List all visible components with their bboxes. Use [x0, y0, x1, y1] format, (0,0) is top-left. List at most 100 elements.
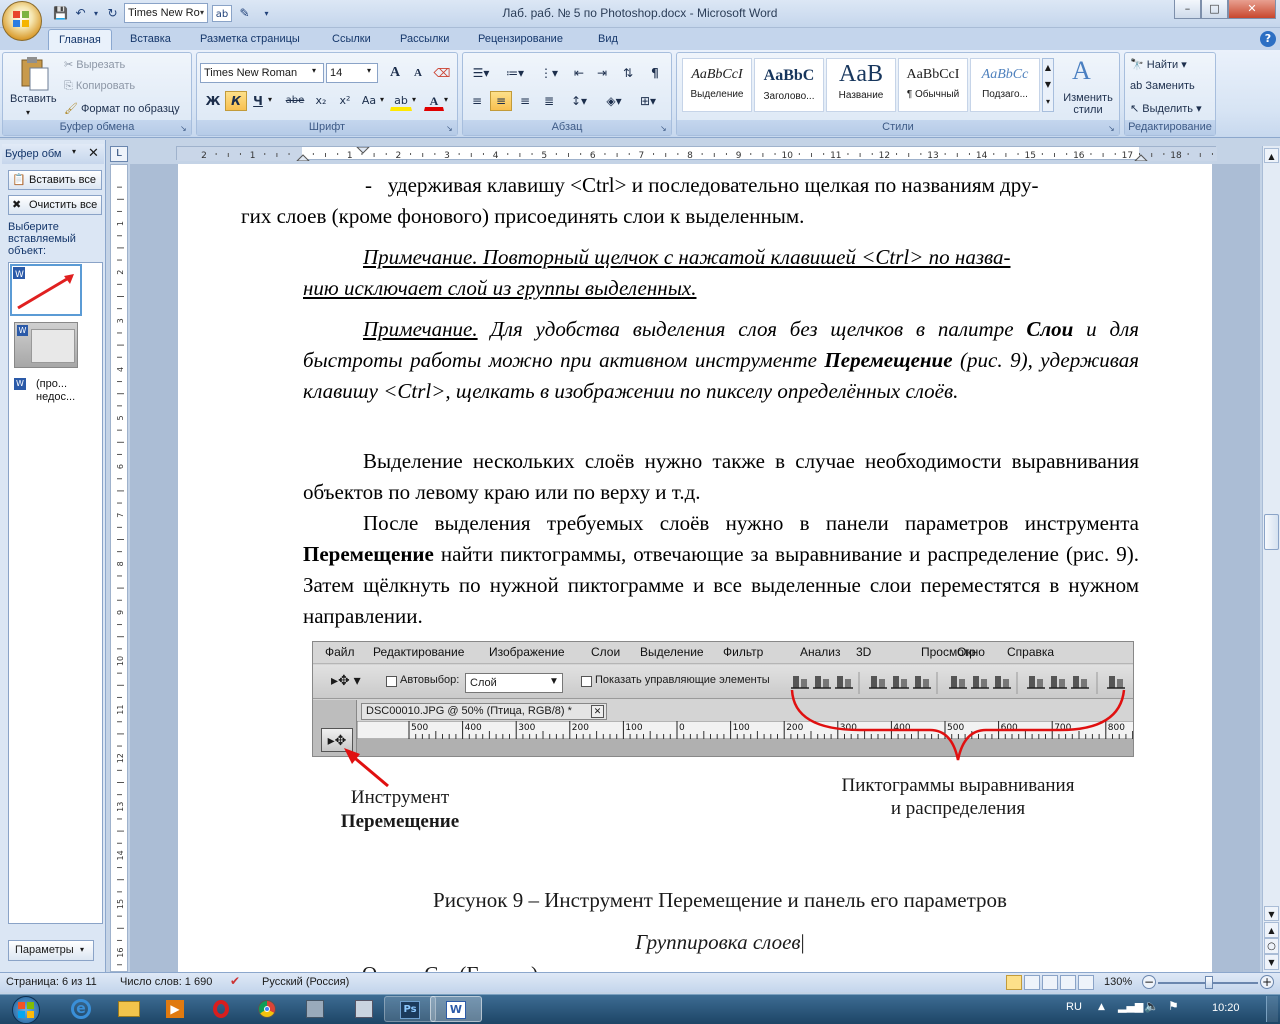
numbering-icon[interactable]: ≔▾: [500, 63, 530, 83]
bullets-icon[interactable]: ☰▾: [466, 63, 496, 83]
clipboard-item-arrow[interactable]: W: [10, 264, 82, 316]
maximize-button[interactable]: □: [1201, 0, 1228, 19]
ie-icon[interactable]: e: [56, 996, 106, 1022]
align-left-icon[interactable]: ≡: [466, 91, 488, 111]
decrease-indent-icon[interactable]: ⇤: [568, 63, 590, 83]
vertical-ruler[interactable]: 1 2 3 4 5 6 7 8 9 10 11 12 13 14 15 16: [110, 164, 128, 990]
style-subtitle[interactable]: AaBbCc Подзаго...: [970, 58, 1040, 112]
dialog-launcher-icon[interactable]: ↘: [1108, 124, 1115, 133]
brush-icon[interactable]: ✎: [236, 5, 253, 22]
draft-icon[interactable]: [1078, 975, 1094, 990]
align-right-icon[interactable]: ≡: [514, 91, 536, 111]
proofing-icon[interactable]: ✔: [230, 974, 240, 988]
web-layout-icon[interactable]: [1042, 975, 1058, 990]
document-page[interactable]: - удерживая клавишу <Ctrl> и последовате…: [178, 164, 1212, 972]
scroll-up-icon[interactable]: ▲: [1264, 148, 1279, 163]
clipboard-item-screenshot[interactable]: W: [14, 322, 78, 368]
signal-icon[interactable]: ▂▄▆: [1118, 1000, 1143, 1013]
word-taskbar-icon[interactable]: W: [430, 996, 482, 1022]
cut-button[interactable]: ✂ Вырезать: [64, 58, 125, 71]
tab-insert[interactable]: Вставка: [120, 29, 181, 50]
justify-icon[interactable]: ≣: [538, 91, 560, 111]
tab-review[interactable]: Рецензирование: [468, 29, 573, 50]
spelling-icon[interactable]: ab: [212, 5, 232, 22]
tab-references[interactable]: Ссылки: [322, 29, 381, 50]
unknown-app-icon[interactable]: [290, 996, 340, 1022]
browse-object-icon[interactable]: ○: [1264, 938, 1279, 954]
customize-dropdown-icon[interactable]: ▾: [258, 5, 275, 22]
tab-home[interactable]: Главная: [48, 29, 112, 50]
paste-icon[interactable]: [18, 56, 50, 92]
font-color-icon[interactable]: A: [424, 91, 444, 111]
prev-page-icon[interactable]: ▲: [1264, 922, 1279, 938]
undo-dropdown-icon[interactable]: ▾: [90, 5, 102, 22]
status-language[interactable]: Русский (Россия): [262, 976, 349, 988]
strikethrough-button[interactable]: abe: [282, 91, 308, 111]
shrink-font-button[interactable]: A: [407, 63, 429, 83]
redo-icon[interactable]: ↻: [104, 5, 121, 22]
tab-mailings[interactable]: Рассылки: [390, 29, 459, 50]
styles-scroll[interactable]: ▲ ▼ ▾: [1042, 58, 1054, 112]
zoom-slider-thumb[interactable]: [1205, 976, 1213, 989]
chrome-icon[interactable]: [242, 996, 292, 1022]
status-page[interactable]: Страница: 6 из 11: [6, 976, 97, 988]
chevron-down-icon[interactable]: ▾: [268, 95, 272, 104]
shading-icon[interactable]: ◈▾: [598, 91, 630, 111]
show-marks-icon[interactable]: ¶: [643, 63, 667, 83]
style-title[interactable]: AaB Название: [826, 58, 896, 112]
close-icon[interactable]: ✕: [88, 144, 99, 164]
style-heading[interactable]: AaBbC Заголово...: [754, 58, 824, 112]
find-button[interactable]: 🔭 Найти ▾: [1130, 58, 1187, 71]
explorer-icon[interactable]: [104, 996, 154, 1022]
next-page-icon[interactable]: ▼: [1264, 954, 1279, 970]
grow-font-button[interactable]: A: [384, 63, 406, 83]
scroll-thumb[interactable]: [1264, 514, 1279, 550]
italic-button[interactable]: К: [225, 91, 247, 111]
chevron-down-icon[interactable]: ▾: [380, 95, 384, 104]
scroll-down-icon[interactable]: ▼: [1264, 906, 1279, 921]
close-button[interactable]: ✕: [1228, 0, 1276, 19]
vertical-scrollbar[interactable]: [1262, 146, 1280, 972]
chevron-down-icon[interactable]: ▾: [312, 66, 316, 75]
clear-format-icon[interactable]: ⌫: [431, 63, 453, 83]
help-icon[interactable]: ?: [1260, 31, 1276, 47]
subscript-button[interactable]: x₂: [309, 91, 333, 111]
horizontal-ruler[interactable]: 2 1 1 2 3 4 5 6 7 8 9 10 11 12 13 14 15 16 17 18: [176, 146, 1217, 162]
paste-button[interactable]: Вставить: [10, 93, 57, 105]
format-painter-button[interactable]: 🖌 Формат по образцу: [64, 102, 180, 115]
bold-button[interactable]: Ж: [202, 91, 224, 111]
language-indicator[interactable]: RU: [1066, 1001, 1082, 1013]
photoshop-taskbar-icon[interactable]: Ps: [384, 996, 436, 1022]
align-center-icon[interactable]: ≡: [490, 91, 512, 111]
zoom-level[interactable]: 130%: [1104, 976, 1132, 988]
change-styles-icon[interactable]: A: [1072, 56, 1091, 86]
increase-indent-icon[interactable]: ⇥: [591, 63, 613, 83]
tab-page-layout[interactable]: Разметка страницы: [190, 29, 310, 50]
line-spacing-icon[interactable]: ↕▾: [564, 91, 594, 111]
save-icon[interactable]: 💾: [52, 5, 69, 22]
paste-dropdown-icon[interactable]: ▾: [26, 108, 30, 117]
clear-all-button[interactable]: Очистить все: [8, 195, 102, 215]
clipboard-item-text[interactable]: (про... недос...: [36, 378, 92, 404]
style-normal[interactable]: AaBbCcI ¶ Обычный: [898, 58, 968, 112]
select-button[interactable]: ↖ Выделить ▾: [1130, 102, 1202, 115]
multilevel-list-icon[interactable]: ⋮▾: [534, 63, 564, 83]
underline-button[interactable]: Ч: [248, 91, 268, 111]
font-name-field[interactable]: Times New Roman: [200, 63, 324, 83]
minimize-button[interactable]: –: [1174, 0, 1201, 19]
speaker-icon[interactable]: 🔈: [1144, 999, 1159, 1013]
highlight-icon[interactable]: ab: [390, 91, 412, 111]
chevron-down-icon[interactable]: ▾: [444, 95, 448, 104]
superscript-button[interactable]: x²: [334, 91, 356, 111]
clock[interactable]: 10:20: [1212, 1002, 1240, 1014]
change-styles-button[interactable]: Изменить стили: [1060, 92, 1116, 116]
flag-icon[interactable]: ⚑: [1168, 999, 1179, 1013]
opera-icon[interactable]: [196, 996, 246, 1022]
zoom-in-icon[interactable]: +: [1260, 975, 1274, 989]
outline-icon[interactable]: [1060, 975, 1076, 990]
chevron-down-icon[interactable]: ▾: [196, 3, 208, 23]
sort-icon[interactable]: ⇅: [617, 63, 639, 83]
chevron-down-icon[interactable]: ▾: [412, 95, 416, 104]
tab-selector[interactable]: L: [110, 146, 128, 162]
full-screen-icon[interactable]: [1024, 975, 1040, 990]
